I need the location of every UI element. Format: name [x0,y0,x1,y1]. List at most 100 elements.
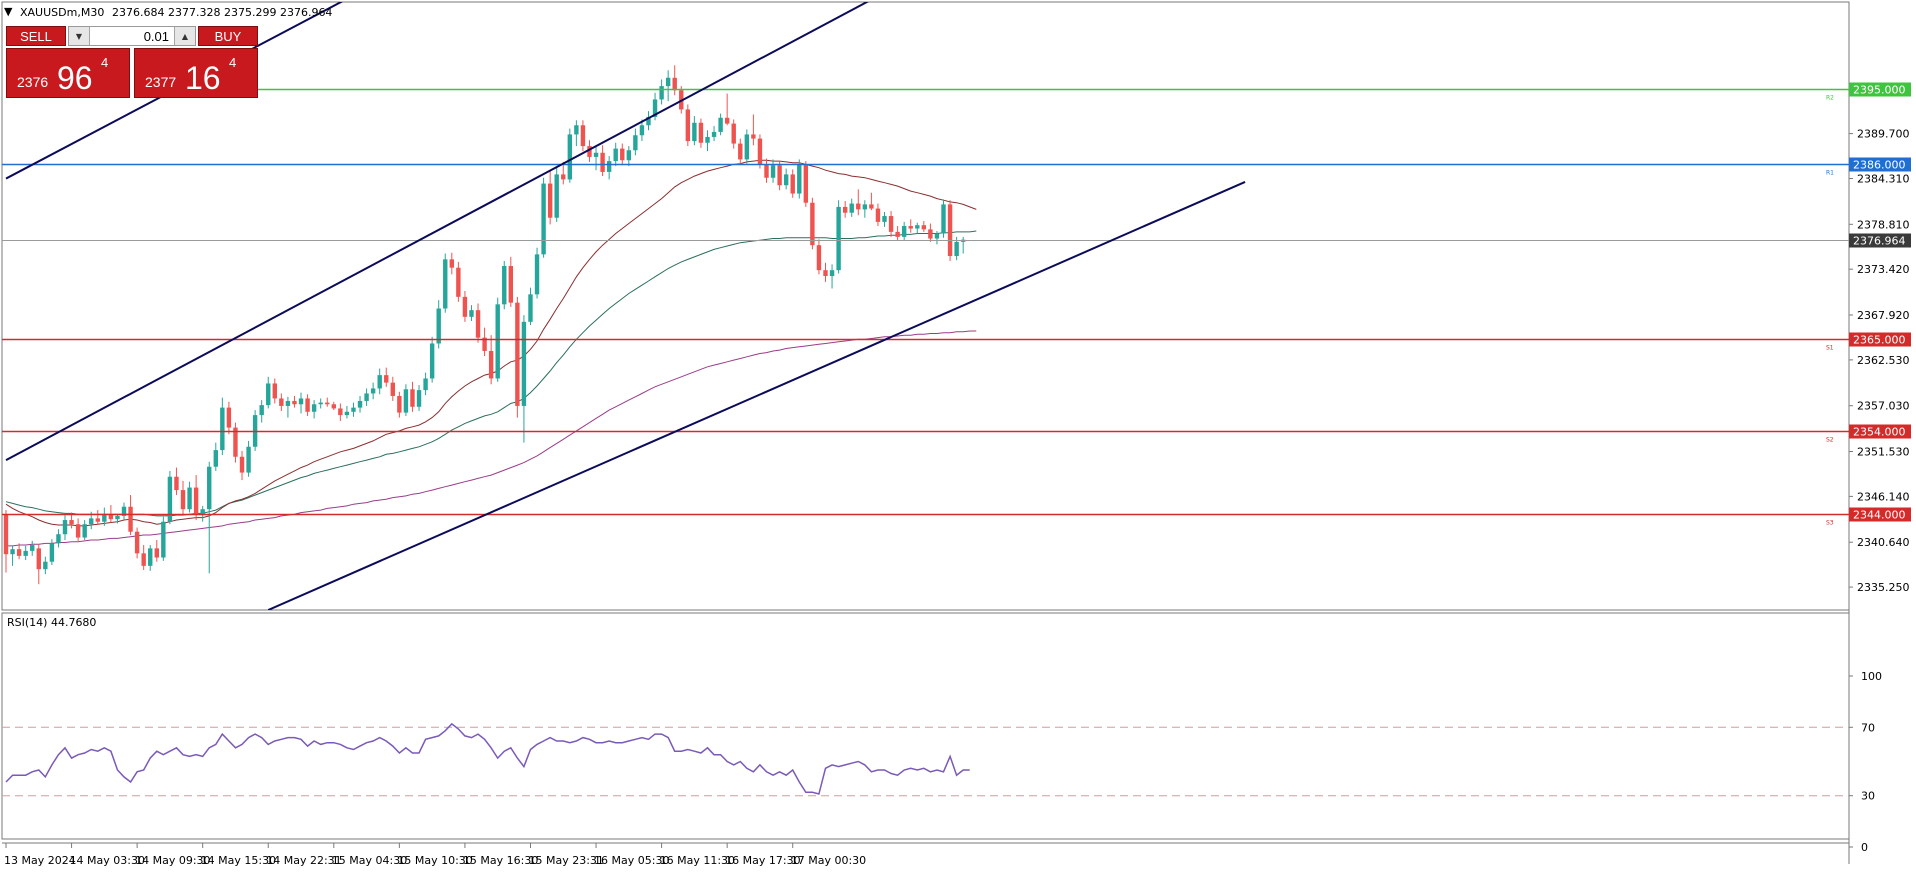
candle-body [331,404,336,409]
candle-body [161,521,166,558]
candle-body [397,395,402,413]
candle-body [416,390,422,407]
candle-body [724,117,730,124]
candle-body [947,204,953,257]
price-tick-label: 2351.530 [1857,446,1910,459]
candle-body [705,136,710,143]
one-click-trading-panel: SELL ▼ ▲ BUY 2376 96 4 2377 16 4 [6,26,258,98]
price-tick-label: 2373.420 [1857,263,1910,276]
rsi-tick-label: 70 [1861,721,1875,734]
rsi-tick-label: 30 [1861,790,1875,803]
candle-body [443,259,448,309]
candle-body [692,122,697,142]
candle [456,261,461,302]
sell-price-box[interactable]: 2376 96 4 [6,48,130,98]
level-tag-label-s2: 2354.000 [1853,426,1906,439]
buy-price-pips: 16 [185,60,221,96]
level-marker-s3: S3 [1826,520,1834,527]
candle-body [685,109,691,142]
candle-body [764,164,769,178]
candle-body [207,466,212,510]
candle [167,470,173,525]
candle-body [351,407,356,412]
candle-body [3,514,9,555]
candle-body [862,204,868,210]
candle-body [429,343,435,379]
candle-body [580,125,586,147]
candle-body [220,407,225,451]
sell-price-pips: 96 [57,60,93,96]
candle-body [751,134,756,139]
candle-body [495,304,500,379]
candle-body [30,545,35,551]
candle-body [620,148,625,161]
candle-body [272,383,277,399]
candle-body [639,125,645,136]
lot-size-input[interactable] [91,28,173,44]
candle [161,516,166,561]
candle-body [928,229,933,239]
candle-body [436,308,441,344]
candle-body [469,310,474,317]
buy-price-box[interactable]: 2377 16 4 [134,48,258,98]
candle-body [561,174,566,180]
candle-body [154,548,159,558]
sell-price-fraction: 4 [101,55,109,70]
candle-body [502,266,507,305]
candle [797,159,802,199]
candle-body [75,524,81,538]
candle [554,167,559,222]
candle-body [174,476,179,491]
buy-button[interactable]: BUY [198,26,258,46]
price-tick-label: 2367.920 [1857,309,1910,322]
lot-decrease-icon[interactable]: ▼ [69,27,90,45]
candle-body [180,490,186,510]
candle-body [370,388,376,394]
time-tick-label: 14 May 15:30 [201,854,276,867]
candle-body [36,548,41,570]
candle-body [423,378,428,391]
candle-body [541,183,546,255]
time-tick-label: 14 May 09:30 [135,854,210,867]
candle [803,161,809,207]
symbol-ohlc: 2376.684 2377.328 2375.299 2376.964 [112,6,332,19]
sell-button[interactable]: SELL [6,26,66,46]
level-tag-label-s3: 2344.000 [1853,509,1906,522]
price-tick-label: 2335.250 [1857,581,1910,594]
candle [233,422,238,463]
candle-body [462,296,468,317]
candle-body [16,549,22,556]
candle-body [534,254,540,295]
time-tick-label: 16 May 17:30 [725,854,800,867]
candle-body [285,400,291,406]
candle-body [193,487,199,515]
candle-body [521,321,527,406]
candle-body [783,174,789,186]
candle [515,296,520,418]
candle-body [547,183,553,218]
sell-price-handle: 2376 [17,74,49,90]
candle-body [364,393,369,401]
candle-body [633,135,638,151]
trading-chart[interactable]: R2 2395.000 R1 2386.000 S1 2365.000 S2 2354.000… [0,0,1916,874]
level-tag-label-r1: 2386.000 [1853,159,1906,172]
candle-body [528,294,533,322]
candle-body [141,553,146,566]
candle [502,261,507,310]
candle-body [102,514,107,522]
candle-body [311,404,317,412]
candle-body [842,206,848,213]
candle-body [23,550,28,556]
candle [252,410,258,451]
candle-body [882,216,887,222]
symbol-caret[interactable]: ▼ [4,5,13,18]
candle-body [921,225,927,230]
candle [567,128,573,183]
lot-increase-icon[interactable]: ▲ [174,27,195,45]
buy-price-handle: 2377 [145,74,177,90]
candle-body [449,259,455,268]
candle-body [475,310,481,338]
candle-body [738,143,743,160]
candle-body [901,226,907,237]
candle-body [187,487,192,510]
